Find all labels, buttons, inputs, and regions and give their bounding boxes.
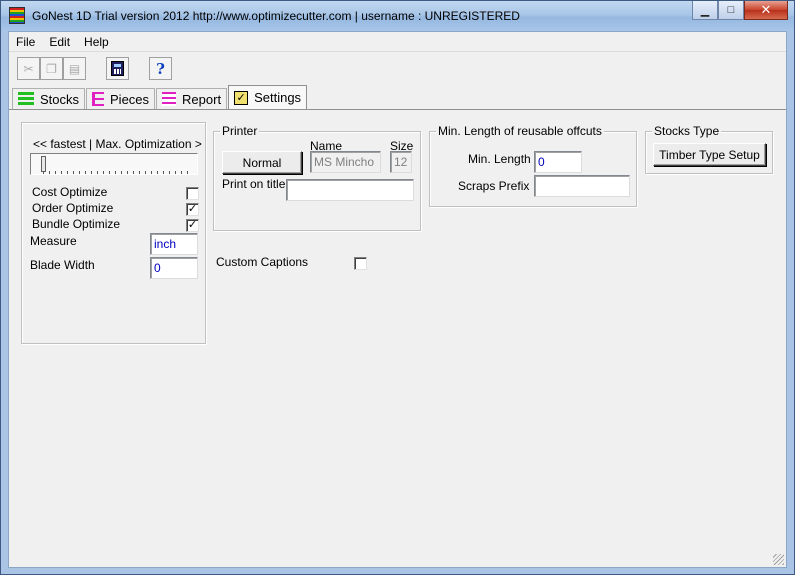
menu-help[interactable]: Help (77, 35, 116, 49)
tab-report[interactable]: Report (156, 88, 228, 109)
window-title: GoNest 1D Trial version 2012 http://www.… (32, 9, 520, 23)
app-window: GoNest 1D Trial version 2012 http://www.… (0, 0, 795, 575)
maximize-button[interactable]: □ (718, 1, 744, 20)
settings-icon: ✓ (234, 90, 249, 105)
min-length-input[interactable]: 0 (534, 151, 582, 173)
cost-optimize-label: Cost Optimize (32, 185, 108, 199)
copy-icon: ❐ (46, 61, 57, 76)
tab-settings[interactable]: ✓ Settings (228, 85, 308, 109)
help-button[interactable]: ? (149, 57, 172, 80)
tab-settings-label: Settings (254, 90, 302, 105)
pieces-icon (92, 92, 105, 106)
tab-pieces[interactable]: Pieces (86, 88, 156, 109)
close-button[interactable]: ✕ (744, 1, 788, 20)
tab-stocks-label: Stocks (40, 91, 80, 107)
blade-width-input[interactable]: 0 (150, 257, 198, 279)
title-bar[interactable]: GoNest 1D Trial version 2012 http://www.… (1, 1, 794, 31)
scraps-prefix-input[interactable] (534, 175, 630, 197)
report-icon (162, 92, 177, 106)
slider-ticks (43, 171, 191, 174)
stocks-type-group-title: Stocks Type (652, 124, 722, 138)
custom-captions-label: Custom Captions (216, 255, 309, 269)
scraps-prefix-label: Scraps Prefix (458, 179, 530, 193)
order-optimize-checkbox[interactable]: ✓ (186, 203, 199, 216)
printer-group-title: Printer (220, 124, 260, 138)
maximize-icon: □ (727, 4, 735, 16)
tab-stocks[interactable]: Stocks (12, 88, 86, 109)
min-length-label: Min. Length (468, 152, 531, 166)
cost-optimize-checkbox[interactable] (186, 187, 199, 200)
offcuts-group: Min. Length of reusable offcuts Min. Len… (429, 124, 637, 207)
paste-icon: ▤ (68, 61, 81, 76)
minimize-button[interactable]: ▁ (692, 1, 718, 20)
slider-thumb[interactable] (41, 156, 46, 172)
print-on-title-label: Print on title (222, 177, 286, 191)
normal-button[interactable]: Normal (222, 151, 302, 174)
printer-group: Printer Name Size Normal MS Mincho 12 Pr… (213, 124, 421, 231)
menu-file[interactable]: File (9, 35, 42, 49)
scissors-icon: ✂ (23, 61, 34, 76)
settings-panel: << fastest | Max. Optimization > Cost Op… (9, 109, 786, 567)
client-area: File Edit Help ✂ ❐ ▤ ? Stocks Pieces Rep… (8, 31, 787, 568)
resize-grip[interactable] (773, 554, 784, 565)
font-name-input[interactable]: MS Mincho (310, 151, 381, 173)
minimize-icon: ▁ (700, 4, 710, 17)
close-icon: ✕ (760, 2, 772, 17)
window-controls: ▁ □ ✕ (692, 1, 788, 21)
tab-strip: Stocks Pieces Report ✓ Settings (12, 85, 308, 109)
font-size-input[interactable]: 12 (390, 151, 412, 173)
order-optimize-label: Order Optimize (32, 201, 114, 215)
optimization-slider-label: << fastest | Max. Optimization > (33, 137, 202, 151)
copy-button[interactable]: ❐ (40, 57, 63, 80)
paste-button[interactable]: ▤ (63, 57, 86, 80)
offcuts-group-title: Min. Length of reusable offcuts (436, 124, 604, 138)
timber-type-setup-button[interactable]: Timber Type Setup (653, 143, 766, 166)
optimization-slider[interactable] (30, 153, 198, 175)
bundle-optimize-checkbox[interactable]: ✓ (186, 219, 199, 232)
tab-pieces-label: Pieces (110, 91, 150, 107)
measure-label: Measure (30, 234, 77, 248)
stocks-type-group: Stocks Type Timber Type Setup (645, 124, 773, 174)
menu-edit[interactable]: Edit (42, 35, 77, 49)
stocks-icon (18, 92, 34, 106)
cut-button[interactable]: ✂ (17, 57, 40, 80)
menu-bar: File Edit Help (9, 32, 786, 52)
calculator-icon (111, 61, 124, 76)
measure-input[interactable]: inch (150, 233, 198, 255)
tab-report-label: Report (182, 91, 222, 107)
help-icon: ? (156, 59, 165, 78)
custom-captions-checkbox[interactable] (354, 257, 367, 270)
optimization-group: << fastest | Max. Optimization > Cost Op… (21, 122, 206, 344)
blade-width-label: Blade Width (30, 258, 95, 272)
calculator-button[interactable] (106, 57, 129, 80)
toolbar: ✂ ❐ ▤ ? (17, 57, 172, 81)
print-on-title-input[interactable] (286, 179, 414, 201)
app-icon (9, 7, 25, 24)
bundle-optimize-label: Bundle Optimize (32, 217, 121, 231)
